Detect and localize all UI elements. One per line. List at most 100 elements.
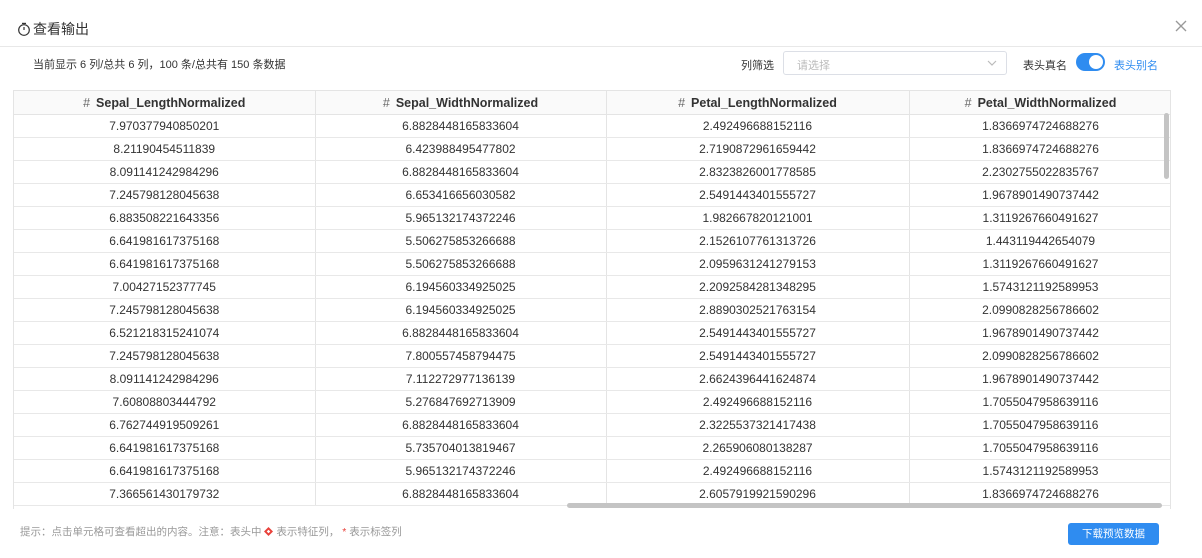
table-cell[interactable]: 7.800557458794475 (315, 344, 607, 368)
table-row: 6.641981617375168 5.506275853266688 2.1526… (14, 229, 1170, 253)
column-header[interactable]: # Sepal_WidthNormalized (315, 91, 607, 115)
table-cell[interactable]: 6.423988495477802 (315, 137, 607, 161)
table-cell[interactable]: 2.492496688152116 (606, 390, 910, 414)
table-cell[interactable]: 5.506275853266688 (315, 229, 607, 253)
table-row: 6.641981617375168 5.506275853266688 2.0959… (14, 252, 1170, 276)
table-cell[interactable]: 1.5743121192589953 (909, 459, 1170, 483)
table-cell[interactable]: 6.641981617375168 (14, 436, 316, 460)
table-cell[interactable]: 6.8828448165833604 (315, 321, 607, 345)
table-cell[interactable]: 2.8890302521763154 (606, 298, 910, 322)
table-row: 7.245798128045638 6.653416656030582 2.5491… (14, 183, 1170, 207)
table-cell[interactable]: 6.641981617375168 (14, 229, 316, 253)
hint-label: 表示标签列 (349, 526, 402, 538)
table-cell[interactable]: 7.245798128045638 (14, 183, 316, 207)
table-cell[interactable]: 1.9678901490737442 (909, 321, 1170, 345)
table-cell[interactable]: 1.8366974724688276 (909, 137, 1170, 161)
table-cell[interactable]: 1.443119442654079 (909, 229, 1170, 253)
column-filter-placeholder: 请选择 (797, 60, 830, 72)
table-cell[interactable]: 2.8323826001778585 (606, 160, 910, 184)
table-cell[interactable]: 2.265906080138287 (606, 436, 910, 460)
dialog-title: 查看输出 (33, 21, 89, 37)
vertical-scrollbar[interactable] (1164, 113, 1169, 179)
table-cell[interactable]: 2.5491443401555727 (606, 183, 910, 207)
table-cell[interactable]: 1.982667820121001 (606, 206, 910, 230)
table-cell[interactable]: 6.641981617375168 (14, 459, 316, 483)
table-cell[interactable]: 6.641981617375168 (14, 252, 316, 276)
numeric-column-icon: # (83, 95, 91, 110)
table-cell[interactable]: 7.112272977136139 (315, 367, 607, 391)
table-cell[interactable]: 7.00427152377745 (14, 275, 316, 299)
table-cell[interactable]: 7.970377940850201 (14, 114, 316, 138)
table-cell[interactable]: 2.5491443401555727 (606, 344, 910, 368)
close-icon[interactable] (1174, 19, 1188, 33)
column-header-label: Petal_WidthNormalized (977, 95, 1117, 110)
table-cell[interactable]: 2.2092584281348295 (606, 275, 910, 299)
table-cell[interactable]: 6.653416656030582 (315, 183, 607, 207)
table-cell[interactable]: 5.735704013819467 (315, 436, 607, 460)
table-cell[interactable]: 1.9678901490737442 (909, 367, 1170, 391)
table-row: 8.091141242984296 7.112272977136139 2.6624… (14, 367, 1170, 391)
table-cell[interactable]: 2.5491443401555727 (606, 321, 910, 345)
table-cell[interactable]: 7.245798128045638 (14, 298, 316, 322)
column-filter-select[interactable]: 请选择 (783, 51, 1007, 75)
table-cell[interactable]: 6.521218315241074 (14, 321, 316, 345)
table-cell[interactable]: 7.245798128045638 (14, 344, 316, 368)
table-cell[interactable]: 2.0990828256786602 (909, 344, 1170, 368)
table-cell[interactable]: 6.194560334925025 (315, 298, 607, 322)
table-cell[interactable]: 8.091141242984296 (14, 160, 316, 184)
download-preview-button[interactable]: 下载预览数据 (1068, 523, 1159, 545)
table-cell[interactable]: 6.8828448165833604 (315, 114, 607, 138)
table-cell[interactable]: 1.9678901490737442 (909, 183, 1170, 207)
data-table-container[interactable]: # Sepal_LengthNormalized # Sepal_WidthNorm… (13, 90, 1171, 509)
header-alias-toggle[interactable] (1076, 53, 1105, 71)
data-summary: 当前显示 6 列/总共 6 列，100 条/总共有 150 条数据 (33, 59, 286, 71)
table-row: 8.091141242984296 6.8828448165833604 2.832… (14, 160, 1170, 184)
table-cell[interactable]: 1.3119267660491627 (909, 252, 1170, 276)
hint-prefix: 提示：点击单元格可查看超出的内容。注意：表头中 (20, 526, 262, 538)
column-header[interactable]: # Petal_LengthNormalized (606, 91, 910, 115)
table-cell[interactable]: 2.6624396441624874 (606, 367, 910, 391)
table-row: 6.641981617375168 5.735704013819467 2.2659… (14, 436, 1170, 460)
table-cell[interactable]: 8.21190454511839 (14, 137, 316, 161)
table-cell[interactable]: 1.5743121192589953 (909, 275, 1170, 299)
table-cell[interactable]: 2.7190872961659442 (606, 137, 910, 161)
table-cell[interactable]: 7.366561430179732 (14, 482, 316, 506)
table-cell[interactable]: 1.7055047958639116 (909, 390, 1170, 414)
table-row: 6.641981617375168 5.965132174372246 2.4924… (14, 459, 1170, 483)
table-cell[interactable]: 2.2302755022835767 (909, 160, 1170, 184)
numeric-column-icon: # (678, 95, 686, 110)
column-header-label: Sepal_LengthNormalized (96, 95, 246, 110)
table-row: 6.762744919509261 6.8828448165833604 2.322… (14, 413, 1170, 437)
table-cell[interactable]: 6.8828448165833604 (315, 413, 607, 437)
table-cell[interactable]: 6.883508221643356 (14, 206, 316, 230)
table-cell[interactable]: 5.506275853266688 (315, 252, 607, 276)
table-cell[interactable]: 2.0990828256786602 (909, 298, 1170, 322)
chevron-down-icon (987, 60, 997, 66)
table-cell[interactable]: 5.276847692713909 (315, 390, 607, 414)
table-cell[interactable]: 5.965132174372246 (315, 459, 607, 483)
table-cell[interactable]: 2.3225537321417438 (606, 413, 910, 437)
table-cell[interactable]: 1.3119267660491627 (909, 206, 1170, 230)
table-cell[interactable]: 6.762744919509261 (14, 413, 316, 437)
table-header-row: # Sepal_LengthNormalized # Sepal_WidthNorm… (14, 91, 1170, 115)
table-cell[interactable]: 8.091141242984296 (14, 367, 316, 391)
horizontal-scrollbar[interactable] (567, 503, 1162, 508)
table-cell[interactable]: 6.8828448165833604 (315, 482, 607, 506)
hint-feature: 表示特征列， (276, 526, 340, 538)
table-cell[interactable]: 7.60808803444792 (14, 390, 316, 414)
table-cell[interactable]: 6.8828448165833604 (315, 160, 607, 184)
column-header[interactable]: # Sepal_LengthNormalized (14, 91, 316, 115)
table-cell[interactable]: 1.7055047958639116 (909, 413, 1170, 437)
table-cell[interactable]: 2.0959631241279153 (606, 252, 910, 276)
column-header[interactable]: # Petal_WidthNormalized (909, 91, 1170, 115)
table-cell[interactable]: 1.7055047958639116 (909, 436, 1170, 460)
table-cell[interactable]: 2.1526107761313726 (606, 229, 910, 253)
table-row: 7.00427152377745 6.194560334925025 2.20925… (14, 275, 1170, 299)
table-cell[interactable]: 6.194560334925025 (315, 275, 607, 299)
table-cell[interactable]: 2.492496688152116 (606, 459, 910, 483)
table-cell[interactable]: 1.8366974724688276 (909, 114, 1170, 138)
numeric-column-icon: # (382, 95, 390, 110)
numeric-column-icon: # (964, 95, 972, 110)
table-cell[interactable]: 2.492496688152116 (606, 114, 910, 138)
table-cell[interactable]: 5.965132174372246 (315, 206, 607, 230)
